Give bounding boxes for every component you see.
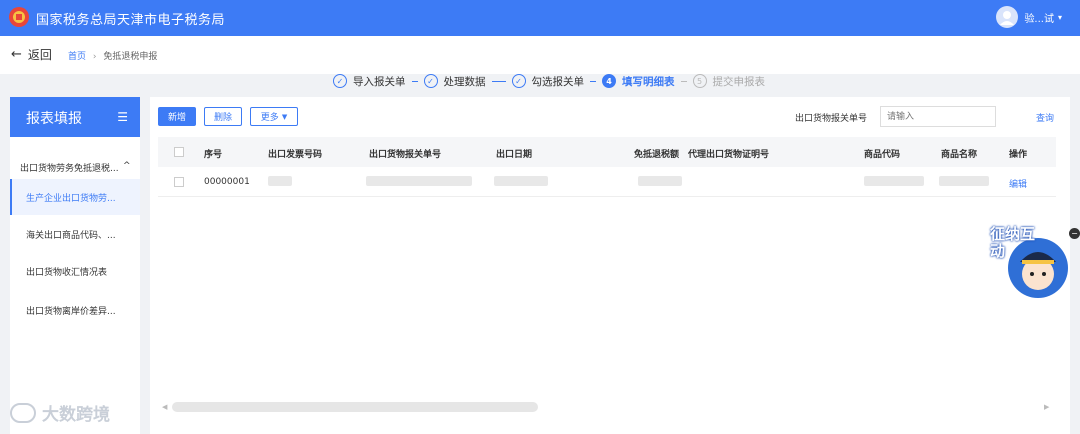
avatar[interactable] (996, 6, 1019, 28)
check-circle-icon: ✓ (423, 74, 438, 88)
more-label: 更多 (260, 113, 279, 123)
redacted-declaration-number (366, 176, 472, 186)
sidebar-item-label: 出口货物离岸价差异... (26, 306, 116, 317)
step-connector (590, 80, 596, 82)
sidebar-header: 报表填报 ☰ (10, 97, 140, 137)
check-circle-icon: ✓ (511, 74, 526, 88)
step-label: 处理数据 (443, 75, 486, 88)
breadcrumb-separator-icon: › (92, 52, 97, 62)
step-label: 填写明细表 (622, 75, 675, 88)
watermark-logo-icon (10, 402, 36, 423)
row-checkbox[interactable] (174, 177, 184, 187)
more-button[interactable]: 更多 ▼ (250, 107, 298, 126)
user-menu[interactable]: 验...试 ▾ (996, 6, 1062, 28)
table-header: 序号 出口发票号码 出口货物报关单号 出口日期 免抵退税额 代理出口货物证明号 … (158, 137, 1056, 167)
tax-emblem-icon (9, 7, 29, 27)
sidebar-item-customs-code[interactable]: 海关出口商品代码、... (10, 216, 140, 252)
column-header: 序号 (204, 150, 223, 160)
breadcrumb-bar (0, 36, 1080, 74)
column-header: 免抵退税额 (634, 150, 680, 160)
check-circle-icon: ✓ (333, 74, 347, 88)
redacted-product-code (864, 176, 924, 186)
step-fill: 4 填写明细表 (602, 74, 675, 89)
edit-link[interactable]: 编辑 (1009, 177, 1027, 190)
column-header: 商品代码 (864, 150, 901, 160)
step-connector (680, 80, 687, 82)
watermark: 大数跨境 (10, 400, 110, 425)
user-name[interactable]: 验...试 (1024, 10, 1054, 25)
app-title: 国家税务总局天津市电子税务局 (36, 13, 226, 28)
column-header: 操作 (1009, 150, 1028, 160)
step-number-icon: 5 (692, 74, 707, 88)
redacted-invoice-number (268, 176, 292, 186)
query-button[interactable]: 查询 (1036, 111, 1054, 124)
back-label: 返回 (27, 48, 52, 62)
column-header: 商品名称 (941, 150, 978, 160)
chevron-down-icon[interactable]: ▾ (1058, 13, 1062, 22)
step-connector (491, 80, 506, 82)
top-bar: 国家税务总局天津市电子税务局 验...试 ▾ (0, 0, 1080, 36)
step-label: 勾选报关单 (531, 75, 585, 88)
column-header: 出口发票号码 (268, 150, 323, 160)
select-all-checkbox[interactable] (174, 147, 184, 157)
scroll-right-icon[interactable]: ▶ (1044, 403, 1049, 411)
redacted-export-date (494, 176, 548, 186)
redacted-product-name (939, 176, 989, 186)
step-submit: 5 提交申报表 (692, 74, 766, 89)
step-label: 提交申报表 (712, 75, 766, 88)
step-label: 导入报关单 (353, 75, 406, 88)
sidebar-item-collection[interactable]: 出口货物收汇情况表 (10, 253, 140, 289)
column-header: 出口日期 (496, 150, 533, 160)
arrow-left-icon: ← (11, 47, 22, 62)
sidebar-item-label: 海关出口商品代码、... (26, 230, 116, 241)
sidebar: 报表填报 ☰ 出口货物劳务免抵退税... ^ 生产企业出口货物劳... 海关出口… (10, 97, 140, 434)
watermark-text: 大数跨境 (42, 405, 110, 425)
add-button[interactable]: 新增 (158, 107, 196, 126)
menu-collapse-icon[interactable]: ☰ (117, 110, 128, 124)
back-button[interactable]: ← 返回 (11, 46, 52, 63)
horizontal-scrollbar[interactable] (172, 402, 538, 412)
mascot-label: 征纳互动 (990, 225, 1036, 260)
breadcrumb-home-link[interactable]: 首页 (68, 52, 86, 62)
step-number-icon: 4 (602, 74, 616, 88)
step-select: ✓ 勾选报关单 (511, 74, 585, 89)
progress-steps: ✓ 导入报关单 ✓ 处理数据 ✓ 勾选报关单 4 填写明细表 5 提交申报表 (333, 73, 765, 89)
main-panel: 新增 删除 更多 ▼ 出口货物报关单号 查询 序号 出口发票号码 出口货物报关单… (150, 97, 1070, 434)
sidebar-item-fob-diff[interactable]: 出口货物离岸价差异... (10, 292, 140, 328)
breadcrumb: 首页 › 免抵退税申报 (68, 49, 157, 62)
breadcrumb-current: 免抵退税申报 (103, 52, 158, 62)
column-header: 出口货物报关单号 (369, 150, 442, 160)
sidebar-item-label: 生产企业出口货物劳... (26, 193, 116, 204)
caret-down-icon: ▼ (281, 112, 288, 121)
filter-label: 出口货物报关单号 (795, 114, 868, 124)
chevron-up-icon[interactable]: ^ (123, 161, 131, 171)
scroll-left-icon[interactable]: ◀ (162, 403, 167, 411)
customs-declaration-search-input[interactable] (880, 106, 996, 127)
step-connector (411, 80, 418, 82)
step-process: ✓ 处理数据 (423, 74, 486, 89)
sidebar-group-label[interactable]: 出口货物劳务免抵退税... (20, 161, 119, 174)
collapse-side-icon[interactable]: − (1069, 228, 1080, 239)
sidebar-item-label: 出口货物收汇情况表 (26, 267, 108, 278)
sidebar-item-production[interactable]: 生产企业出口货物劳... (10, 179, 140, 215)
table-row[interactable]: 00000001 编辑 (158, 167, 1056, 197)
sidebar-title: 报表填报 (26, 111, 82, 127)
redacted-refund-amount (638, 176, 682, 186)
column-header: 代理出口货物证明号 (688, 150, 770, 160)
row-index: 00000001 (204, 177, 250, 187)
delete-button[interactable]: 删除 (204, 107, 242, 126)
step-import: ✓ 导入报关单 (333, 74, 406, 89)
